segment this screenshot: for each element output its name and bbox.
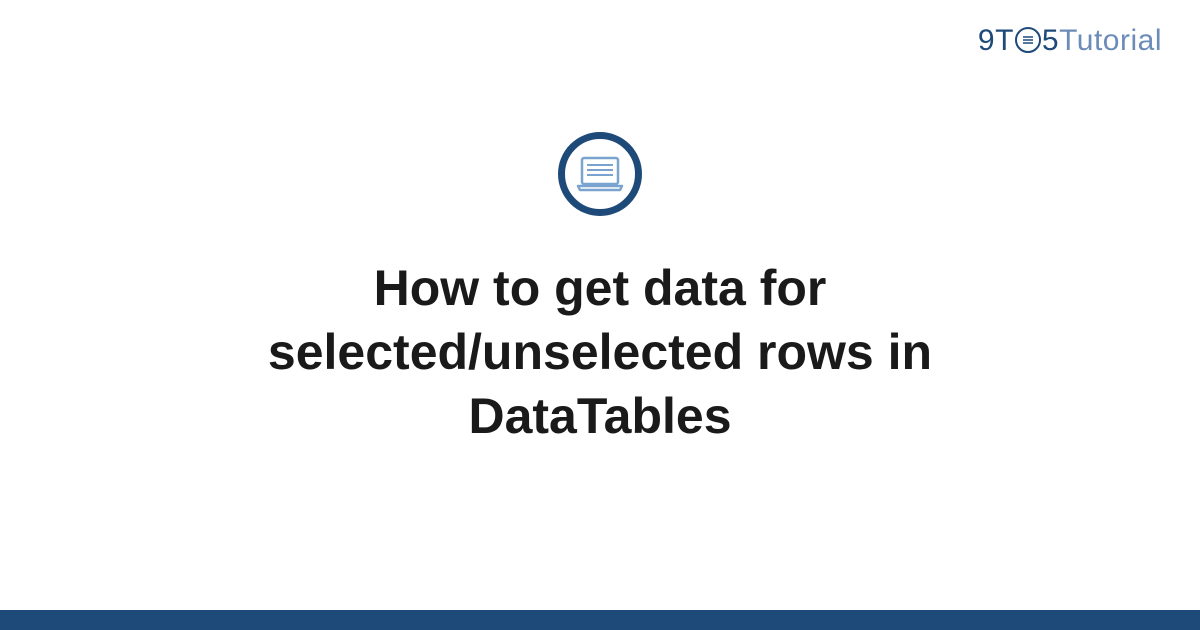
laptop-icon — [558, 132, 642, 216]
article-title: How to get data for selected/unselected … — [150, 256, 1050, 448]
main-content: How to get data for selected/unselected … — [0, 0, 1200, 630]
article-icon-wrap — [558, 132, 642, 216]
footer-accent-bar — [0, 610, 1200, 630]
